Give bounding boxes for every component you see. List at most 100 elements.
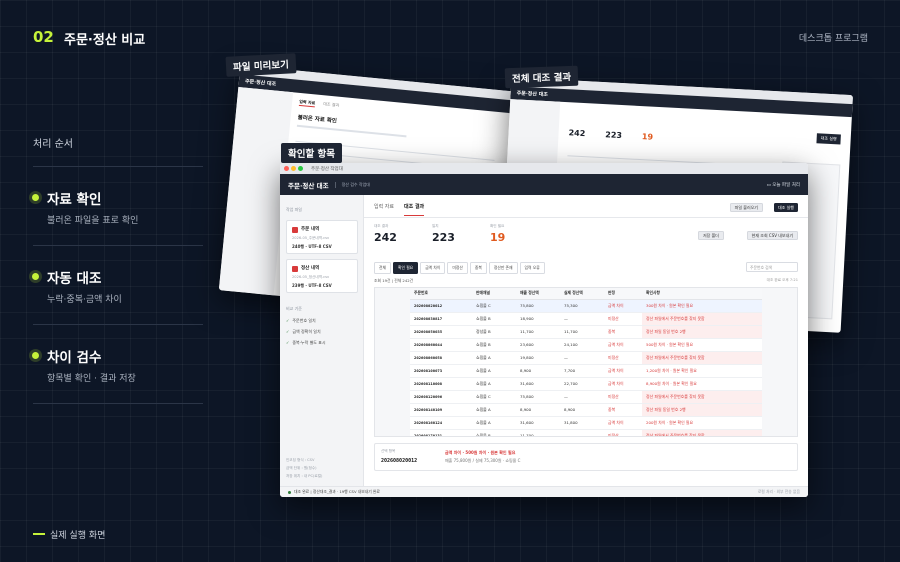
table-cell: 정산 파일 동일 번호 2행 — [642, 325, 762, 339]
table-row[interactable]: 202608030817 쇼핑몰 B 18,900— 미정산 정산 파일에서 주문번호를… — [410, 312, 762, 326]
file-meta: 239행 · UTF-8 CSV — [292, 283, 332, 288]
tag-check-items: 확인할 항목 — [281, 143, 343, 163]
stat-value: 223 — [432, 231, 455, 244]
column-header[interactable]: 판정 — [604, 288, 642, 300]
table-cell: 300원 차이 · 원본 확인 필요 — [642, 299, 762, 313]
table-row[interactable]: 202608060058 쇼핑몰 A 19,800— 미정산 정산 파일에서 주문번호를… — [410, 351, 762, 365]
side-foot-unit: 금액 단위 : 원(정수) — [286, 466, 317, 470]
table-cell: 쇼핑몰 B — [472, 429, 516, 436]
stat-value: 242 — [374, 231, 397, 244]
table-row[interactable]: 202608120096 쇼핑몰 C 75,800— 미정산 정산 파일에서 주문번호를… — [410, 390, 762, 404]
side-foot-location: 저장 위치 : 내 PC(로컬) — [286, 474, 323, 478]
close-dot-icon[interactable] — [284, 166, 289, 171]
table-row[interactable]: 202608020012 쇼핑몰 C 75,800 75,300 금액 차이 300원 차… — [410, 299, 762, 313]
step-desc: 불러온 파일을 표로 확인 — [47, 216, 139, 226]
table-cell: 미정산 — [604, 312, 642, 326]
open-file-button[interactable]: 파일 불러오기 — [729, 203, 763, 212]
table-cell: 중복 — [604, 325, 642, 339]
export-csv-button[interactable]: 현재 조회 CSV 내보내기 — [746, 231, 798, 240]
table-row[interactable]: 202608140109 쇼핑몰 A 8,900 8,900 중복 정산 파일 동일 번호… — [410, 403, 762, 417]
table-cell: — — [560, 351, 604, 365]
check-icon: ✓ — [286, 340, 290, 345]
daily-process-label: 오늘 파일 처리 — [772, 182, 800, 188]
criteria-label: 비교 기준 — [286, 306, 302, 311]
filter-all[interactable]: 전체 — [374, 262, 391, 274]
preview-tabs: 입력 자료 대조 결과 — [298, 98, 339, 110]
filter-unsettled[interactable]: 미정산 — [447, 262, 468, 274]
stat-check-needed: 확인 필요 19 — [490, 224, 505, 244]
full-stat-total: 242 — [568, 128, 586, 139]
maximize-dot-icon[interactable] — [298, 166, 303, 171]
table-row[interactable]: 202608050035 정성몰 B 11,700 11,700 중복 정산 파일 동일 … — [410, 325, 762, 339]
filter-amount-diff[interactable]: 금액 차이 — [420, 262, 446, 274]
file-card-orders[interactable]: 주문 내역 2026-05_주문내역.csv 240행 · UTF-8 CSV — [286, 220, 358, 254]
table-cell: 202608020012 — [410, 299, 472, 313]
table-cell: 8,900 — [516, 364, 560, 378]
skeleton-line — [296, 124, 407, 138]
save-folder-button[interactable]: 저장 폴더 — [698, 231, 724, 240]
file-meta: 240행 · UTF-8 CSV — [292, 244, 332, 249]
filter-input-error[interactable]: 입력 오류 — [519, 262, 545, 274]
footer-accent-line — [33, 533, 45, 535]
table-cell: 정산 파일에서 주문번호를 찾지 못함 — [642, 429, 762, 436]
full-run-button[interactable]: 대조 실행 — [816, 133, 841, 145]
status-dot-icon — [288, 490, 291, 494]
table-cell: 202608100073 — [410, 364, 472, 378]
check-icon: ✓ — [286, 318, 290, 323]
column-header[interactable]: 판매채널 — [472, 288, 516, 300]
detail-panel: 선택 항목 202608020012 금액 차이 · 500원 차이 · 원본 … — [374, 443, 798, 471]
table-cell: 75,300 — [560, 299, 604, 313]
table-cell: 23,600 — [516, 338, 560, 352]
tab-result[interactable]: 대조 결과 — [404, 203, 425, 216]
files-label: 작업 파일 — [286, 207, 302, 212]
table-row[interactable]: 202608100073 쇼핑몰 A 8,900 7,700 금액 차이 1,200원 차… — [410, 364, 762, 378]
criteria-item: ✓ 금액 정확히 일치 — [286, 329, 321, 334]
table-cell: 202608110008 — [410, 377, 472, 391]
table-cell: 8,900원 차이 · 원본 확인 필요 — [642, 377, 762, 391]
process-label: 처리 순서 — [33, 139, 73, 150]
filter-settlement-only[interactable]: 정산만 존재 — [488, 262, 518, 274]
order-search-input[interactable]: 주문번호 검색 — [746, 262, 798, 272]
column-header[interactable]: 주문번호 — [410, 288, 472, 300]
filter-check-needed[interactable]: 확인 필요 — [393, 262, 419, 274]
table-cell: 11,700 — [516, 429, 560, 436]
step-title: 자료 확인 — [47, 192, 102, 208]
daily-process-button[interactable]: ▭ 오늘 파일 처리 — [767, 182, 800, 188]
table-cell: 중복 — [604, 403, 642, 417]
filter-duplicate[interactable]: 중복 — [469, 262, 487, 274]
table-cell: 8,900 — [560, 403, 604, 417]
preview-tab-result[interactable]: 대조 결과 — [323, 101, 339, 110]
run-compare-button[interactable]: 대조 실행 — [774, 203, 798, 212]
tab-input[interactable]: 입력 자료 — [374, 203, 394, 216]
table-cell: 정산 파일에서 주문번호를 찾지 못함 — [642, 390, 762, 404]
table-cell: 정성몰 B — [472, 325, 516, 339]
table-cell: 금액 차이 — [604, 416, 642, 430]
table-cell: 쇼핑몰 C — [472, 390, 516, 404]
stat-label: 대조 결과 — [374, 224, 389, 228]
table-row[interactable]: 202608060044 쇼핑몰 B 23,600 24,100 금액 차이 500원 차… — [410, 338, 762, 352]
window-title: 주문·정산 작업대 — [311, 166, 343, 172]
tag-full-result: 전체 대조 결과 — [504, 65, 579, 89]
detail-note: 금액 차이 · 500원 차이 · 원본 확인 필요 — [445, 450, 516, 455]
column-header[interactable]: 매출 정산액 — [516, 288, 560, 300]
table-cell: 500원 차이 · 원본 확인 필요 — [642, 338, 762, 352]
table-cell: 19,800 — [516, 351, 560, 365]
table-cell: 202608170131 — [410, 429, 472, 436]
column-header[interactable]: 확인사항 — [642, 288, 762, 300]
table-row[interactable]: 202608170131 쇼핑몰 B 11,700— 미정산 정산 파일에서 주문번호를… — [410, 429, 762, 436]
detail-order-id: 202608020012 — [381, 458, 418, 464]
file-card-settlement[interactable]: 정산 내역 2026-05_정산내역.csv 239행 · UTF-8 CSV — [286, 259, 358, 293]
main-content: 입력 자료 대조 결과 파일 불러오기 대조 실행 대조 결과 242 일치 2… — [364, 195, 808, 486]
tab-bar: 입력 자료 대조 결과 — [374, 203, 425, 216]
table-row[interactable]: 202608160124 쇼핑몰 A 31,600 31,800 금액 차이 200원 차… — [410, 416, 762, 430]
preview-tab-input[interactable]: 입력 자료 — [298, 98, 316, 108]
minimize-dot-icon[interactable] — [291, 166, 296, 171]
column-header[interactable]: 실제 정산액 — [560, 288, 604, 300]
table-cell: — — [560, 429, 604, 436]
table-row[interactable]: 202608110008 쇼핑몰 A 31,600 22,700 금액 차이 8,900원… — [410, 377, 762, 391]
table-cell: 미정산 — [604, 429, 642, 436]
table-cell: 31,600 — [516, 377, 560, 391]
result-count: 조회 19건 | 전체 242건 — [374, 278, 414, 283]
stat-match: 일치 223 — [432, 224, 455, 244]
table-body: 202608020012 쇼핑몰 C 75,800 75,300 금액 차이 300원 차… — [410, 299, 762, 436]
